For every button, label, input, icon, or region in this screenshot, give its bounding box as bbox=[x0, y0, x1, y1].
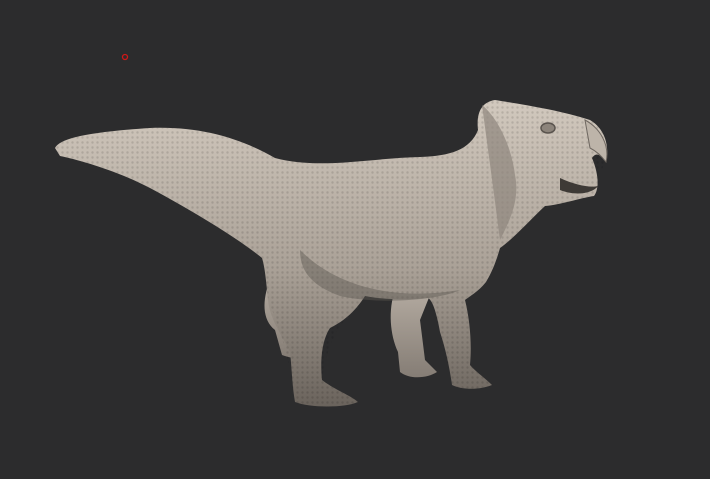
far-front-leg bbox=[390, 290, 437, 378]
sculpt-render bbox=[55, 53, 608, 407]
3d-viewport[interactable] bbox=[0, 0, 710, 479]
scale-texture bbox=[55, 100, 608, 407]
eye bbox=[540, 122, 556, 134]
cursor-marker bbox=[121, 53, 129, 61]
